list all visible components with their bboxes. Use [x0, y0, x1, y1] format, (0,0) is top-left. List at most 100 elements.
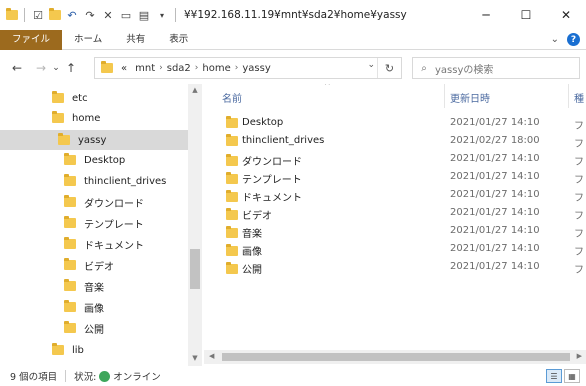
- redo-icon[interactable]: ↷: [83, 8, 97, 22]
- search-input[interactable]: ⌕ yassyの検索: [412, 57, 580, 79]
- horizontal-scrollbar[interactable]: ◀ ▶: [204, 350, 586, 364]
- scroll-left-icon[interactable]: ◀: [209, 352, 214, 360]
- column-type[interactable]: 種: [574, 90, 584, 105]
- file-row[interactable]: 音楽 2021/01/27 14:10 フ: [208, 222, 586, 240]
- folder-icon: [226, 115, 238, 128]
- file-row[interactable]: ドキュメント 2021/01/27 14:10 フ: [208, 186, 586, 204]
- close-button[interactable]: ✕: [546, 0, 586, 30]
- scroll-up-icon[interactable]: ▲: [188, 86, 202, 94]
- scroll-right-icon[interactable]: ▶: [577, 352, 582, 360]
- status-bar: 9 個の項目 状況: オンライン ☰ ▦: [0, 366, 586, 386]
- ribbon-tabs: ファイル ホーム 共有 表示 ⌄ ?: [0, 29, 586, 50]
- file-row[interactable]: ダウンロード 2021/01/27 14:10 フ: [208, 150, 586, 168]
- scrollbar-thumb[interactable]: [190, 249, 200, 289]
- customize-qat-icon[interactable]: ▾: [155, 8, 169, 22]
- column-date-modified[interactable]: 更新日時: [450, 90, 490, 105]
- large-icons-view-button[interactable]: ▦: [564, 369, 580, 383]
- breadcrumb-overflow[interactable]: «: [121, 63, 127, 74]
- scrollbar-thumb[interactable]: [222, 353, 570, 361]
- tree-item-yassy[interactable]: yassy: [0, 130, 188, 150]
- back-button[interactable]: ←: [8, 61, 26, 75]
- tab-file[interactable]: ファイル: [0, 29, 63, 50]
- folder-icon: [101, 61, 113, 73]
- file-row[interactable]: テンプレート 2021/01/27 14:10 フ: [208, 168, 586, 186]
- address-row: ← → ⌄ ↑ « mnt › sda2 › home › yassy ⌄ ↻ …: [0, 54, 586, 82]
- help-icon[interactable]: ?: [567, 33, 580, 46]
- file-row[interactable]: ビデオ 2021/01/27 14:10 フ: [208, 204, 586, 222]
- item-count: 9 個の項目: [10, 372, 58, 383]
- maximize-button[interactable]: ☐: [506, 0, 546, 30]
- file-row[interactable]: 公開 2021/01/27 14:10 フ: [208, 258, 586, 276]
- search-icon: ⌕: [421, 62, 427, 74]
- tree-item-music[interactable]: 音楽: [64, 276, 104, 296]
- properties-icon[interactable]: ☑: [31, 8, 45, 22]
- column-divider[interactable]: [568, 84, 569, 108]
- folder-icon: [226, 261, 238, 274]
- tree-item-documents[interactable]: ドキュメント: [64, 234, 144, 254]
- column-name[interactable]: 名前: [222, 90, 242, 105]
- window-title: ¥¥192.168.11.19¥mnt¥sda2¥home¥yassy: [184, 9, 407, 21]
- folder-icon: [64, 279, 76, 291]
- folder-icon: [52, 111, 64, 123]
- column-divider[interactable]: [444, 84, 445, 108]
- tab-home[interactable]: ホーム: [62, 30, 114, 50]
- tree-item-pictures[interactable]: 画像: [64, 297, 104, 317]
- chevron-right-icon[interactable]: ›: [195, 63, 199, 73]
- tree-item-public[interactable]: 公開: [64, 318, 104, 338]
- rename-icon[interactable]: ▭: [119, 8, 133, 22]
- folder-icon: [64, 153, 76, 165]
- file-row[interactable]: Desktop 2021/01/27 14:10 フ: [208, 114, 586, 132]
- divider: [65, 370, 67, 382]
- tree-item-desktop[interactable]: Desktop: [64, 150, 125, 170]
- delete-icon[interactable]: ✕: [101, 8, 115, 22]
- nav-scrollbar[interactable]: ▲ ▼: [188, 84, 202, 366]
- view-icon[interactable]: ▤: [137, 8, 151, 22]
- address-bar[interactable]: « mnt › sda2 › home › yassy ⌄ ↻: [94, 57, 402, 79]
- title-bar: ☑ ↶ ↷ ✕ ▭ ▤ ▾ ¥¥192.168.11.19¥mnt¥sda2¥h…: [0, 0, 586, 30]
- status-value: オンライン: [113, 372, 161, 383]
- refresh-button[interactable]: ↻: [377, 58, 401, 78]
- up-button[interactable]: ↑: [62, 61, 80, 75]
- tree-item-home[interactable]: home: [52, 108, 100, 128]
- divider: [175, 8, 176, 22]
- folder-icon: [226, 243, 238, 256]
- folder-icon: [64, 237, 76, 249]
- chevron-right-icon[interactable]: ›: [235, 63, 239, 73]
- breadcrumb-mnt[interactable]: mnt: [135, 63, 155, 74]
- file-row[interactable]: 画像 2021/01/27 14:10 フ: [208, 240, 586, 258]
- online-status-icon: [99, 370, 111, 382]
- file-row[interactable]: thinclient_drives 2021/02/27 18:00 フ: [208, 132, 586, 150]
- tab-view[interactable]: 表示: [157, 30, 200, 50]
- tree-item-downloads[interactable]: ダウンロード: [64, 192, 144, 212]
- file-list: ^ 名前 更新日時 種 Desktop 2021/01/27 14:10 フ thi…: [208, 84, 586, 366]
- status-label: 状況:: [74, 372, 97, 383]
- navigation-pane: etc home yassy Desktop thinclient_drives…: [0, 84, 204, 366]
- new-folder-icon[interactable]: [49, 8, 61, 20]
- folder-icon: [52, 91, 64, 103]
- undo-icon[interactable]: ↶: [65, 8, 79, 22]
- tree-item-templates[interactable]: テンプレート: [64, 213, 144, 233]
- tab-share[interactable]: 共有: [114, 30, 157, 50]
- folder-icon: [64, 216, 76, 228]
- address-dropdown-icon[interactable]: ⌄: [367, 60, 375, 70]
- tree-item-etc[interactable]: etc: [52, 88, 88, 108]
- details-view-button[interactable]: ☰: [546, 369, 562, 383]
- minimize-button[interactable]: ─: [466, 0, 506, 30]
- forward-button[interactable]: →: [32, 61, 50, 75]
- tree-item-videos[interactable]: ビデオ: [64, 255, 114, 275]
- folder-icon: [64, 321, 76, 333]
- folder-icon: [226, 207, 238, 220]
- column-header: ^ 名前 更新日時 種: [208, 84, 586, 108]
- folder-icon: [52, 343, 64, 355]
- breadcrumb-sda2[interactable]: sda2: [167, 63, 191, 74]
- expand-ribbon-icon[interactable]: ⌄: [551, 34, 559, 45]
- divider: [24, 8, 25, 22]
- chevron-right-icon[interactable]: ›: [159, 63, 163, 73]
- scroll-down-icon[interactable]: ▼: [188, 354, 202, 362]
- breadcrumb-home[interactable]: home: [202, 63, 230, 74]
- recent-locations-button[interactable]: ⌄: [50, 63, 62, 73]
- folder-icon: [226, 189, 238, 202]
- tree-item-lib[interactable]: lib: [52, 340, 84, 360]
- breadcrumb-yassy[interactable]: yassy: [242, 63, 270, 74]
- tree-item-thinclient-drives[interactable]: thinclient_drives: [64, 171, 166, 191]
